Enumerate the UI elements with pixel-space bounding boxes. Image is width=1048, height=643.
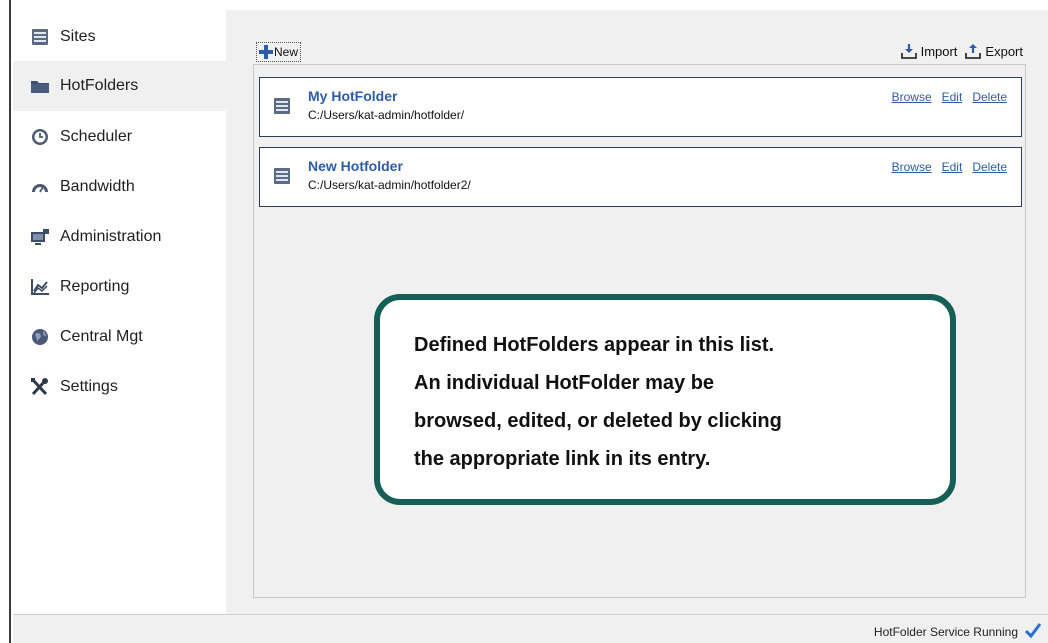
hotfolder-path: C:/Users/kat-admin/hotfolder/	[308, 108, 465, 122]
hotfolder-icon	[273, 167, 291, 190]
chart-icon	[30, 277, 50, 297]
hotfolder-name: New Hotfolder	[308, 158, 403, 174]
sidebar-item-hotfolders[interactable]: HotFolders	[13, 61, 226, 111]
sidebar-item-label: Reporting	[60, 278, 130, 295]
edit-link[interactable]: Edit	[942, 90, 963, 104]
sidebar-item-label: Bandwidth	[60, 178, 135, 195]
import-button[interactable]: Import	[900, 44, 958, 59]
import-icon	[900, 44, 917, 59]
sidebar-item-scheduler[interactable]: Scheduler	[13, 112, 226, 162]
hotfolders-panel: New Import Export My HotFolder C:/Users/…	[226, 10, 1048, 614]
edit-link[interactable]: Edit	[942, 160, 963, 174]
callout-line: Defined HotFolders appear in this list.	[414, 334, 775, 356]
sidebar-item-settings[interactable]: Settings	[13, 362, 226, 412]
service-status-text: HotFolder Service Running	[873, 625, 1018, 639]
browse-link[interactable]: Browse	[892, 90, 932, 104]
sidebar-item-bandwidth[interactable]: Bandwidth	[13, 162, 226, 212]
plus-icon	[259, 45, 273, 59]
hotfolder-name: My HotFolder	[308, 88, 398, 104]
sidebar-item-label: Administration	[60, 228, 162, 245]
new-hotfolder-button[interactable]: New	[256, 42, 302, 62]
sites-icon	[30, 27, 50, 47]
gauge-icon	[30, 177, 50, 197]
callout-line: An individual HotFolder may be	[414, 372, 715, 394]
checkmark-icon	[1024, 621, 1042, 643]
clock-icon	[30, 127, 50, 147]
sidebar-item-administration[interactable]: Administration	[13, 212, 226, 262]
sidebar-item-label: Settings	[60, 378, 118, 395]
tools-icon	[30, 377, 50, 397]
sidebar-item-sites[interactable]: Sites	[13, 12, 226, 62]
folder-icon	[30, 76, 50, 96]
hotfolder-icon	[273, 97, 291, 120]
hotfolder-actions: Browse Edit Delete	[882, 160, 1007, 174]
hotfolder-actions: Browse Edit Delete	[882, 90, 1007, 104]
export-icon	[965, 44, 982, 59]
export-button[interactable]: Export	[965, 44, 1023, 59]
import-export-actions: Import Export	[893, 44, 1023, 59]
callout-line: the appropriate link in its entry.	[414, 448, 711, 470]
hotfolder-row: My HotFolder C:/Users/kat-admin/hotfolde…	[259, 77, 1022, 137]
sidebar: Sites HotFolders Scheduler Bandwidth Adm…	[13, 0, 226, 614]
import-label: Import	[920, 44, 958, 59]
window-left-edge	[0, 0, 11, 643]
sidebar-item-label: HotFolders	[60, 77, 139, 94]
monitor-icon	[30, 227, 50, 247]
sidebar-item-label: Central Mgt	[60, 328, 143, 345]
browse-link[interactable]: Browse	[892, 160, 932, 174]
delete-link[interactable]: Delete	[972, 90, 1007, 104]
help-callout: Defined HotFolders appear in this list. …	[374, 294, 956, 505]
status-bar: HotFolder Service Running	[13, 614, 1048, 643]
globe-icon	[30, 327, 50, 347]
sidebar-item-label: Scheduler	[60, 128, 133, 145]
sidebar-item-central-mgt[interactable]: Central Mgt	[13, 312, 226, 362]
delete-link[interactable]: Delete	[972, 160, 1007, 174]
hotfolder-row: New Hotfolder C:/Users/kat-admin/hotfold…	[259, 147, 1022, 207]
callout-line: browsed, edited, or deleted by clicking	[414, 410, 782, 432]
new-button-label: New	[274, 45, 299, 59]
sidebar-item-reporting[interactable]: Reporting	[13, 262, 226, 312]
hotfolder-path: C:/Users/kat-admin/hotfolder2/	[308, 178, 471, 192]
sidebar-item-label: Sites	[60, 28, 96, 45]
export-label: Export	[985, 44, 1023, 59]
